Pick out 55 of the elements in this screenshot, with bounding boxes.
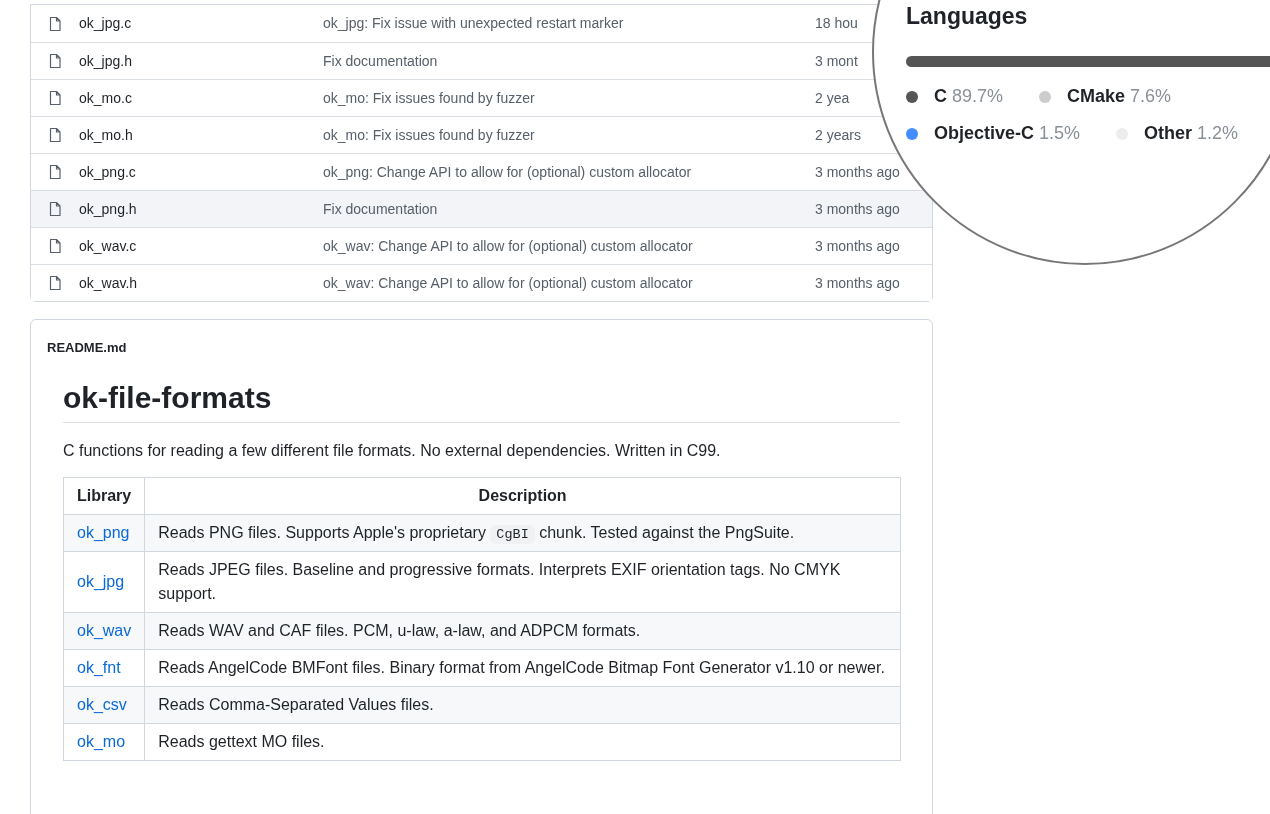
file-icon	[47, 127, 63, 143]
languages-heading: Languages	[906, 2, 1029, 30]
file-icon	[47, 90, 63, 106]
commit-message-link[interactable]: ok_wav: Change API to allow for (optional) custom allocator	[323, 272, 813, 294]
commit-message-link[interactable]: Fix documentation	[323, 198, 813, 220]
description-text: chunk. Tested against the PngSuite.	[539, 523, 795, 541]
commit-time: 3 months ago	[815, 162, 900, 182]
file-icon	[47, 164, 63, 180]
table-cell: Reads WAV and CAF files. PCM, u-law, a-law, and ADPCM formats.	[144, 612, 901, 650]
language-name: CMake	[1067, 85, 1126, 108]
file-link[interactable]: ok_wav.h	[79, 272, 323, 294]
language-name: Objective-C	[934, 122, 1035, 145]
table-cell: Reads gettext MO files.	[144, 723, 901, 761]
file-icon	[47, 238, 63, 254]
file-link[interactable]: ok_png.h	[79, 198, 323, 220]
readme-filename: README.md	[47, 340, 127, 355]
file-link[interactable]: ok_png.c	[79, 161, 323, 183]
commit-message-link[interactable]: ok_png: Change API to allow for (optional) custom allocator	[323, 161, 813, 183]
commit-message-link[interactable]: Fix documentation	[323, 50, 813, 72]
readme-title: ok-file-formats	[63, 379, 900, 423]
language-percent: 7.6%	[1130, 85, 1172, 108]
table-cell: Reads JPEG files. Baseline and progressive formats. Interprets EXIF orientation tags. No CMYK support.	[144, 551, 901, 613]
column-header: Library	[63, 477, 145, 514]
commit-time: 2 years	[815, 125, 861, 145]
commit-time: 3 months ago	[815, 236, 900, 256]
commit-time: 3 mont	[815, 51, 858, 71]
language-name: Other	[1144, 122, 1193, 145]
table-cell: Reads Comma-Separated Values files.	[144, 686, 901, 724]
file-icon	[47, 201, 63, 217]
commit-message-link[interactable]: ok_mo: Fix issues found by fuzzer	[323, 87, 813, 109]
file-icon	[47, 275, 63, 291]
file-link[interactable]: ok_mo.h	[79, 124, 323, 146]
commit-time: 3 months ago	[815, 199, 900, 219]
commit-message-link[interactable]: ok_wav: Change API to allow for (optional) custom allocator	[323, 235, 813, 257]
readme-intro: C functions for reading a few different file formats. No external dependencies. Written in C99.	[63, 440, 722, 461]
file-link[interactable]: ok_jpg.h	[79, 50, 323, 72]
commit-message-link[interactable]: ok_jpg: Fix issue with unexpected restart marker	[323, 13, 813, 34]
file-link[interactable]: ok_jpg.c	[79, 13, 323, 34]
commit-time: 18 hou	[815, 14, 858, 33]
commit-time: 3 months ago	[815, 273, 900, 293]
file-icon	[47, 15, 63, 32]
library-link[interactable]: ok_jpg	[77, 572, 125, 590]
code-snippet: CgBI	[490, 524, 535, 544]
file-link[interactable]: ok_wav.c	[79, 235, 323, 257]
column-header: Description	[144, 477, 901, 514]
description-text: Reads PNG files. Supports Apple's proprietary	[158, 523, 486, 541]
commit-time: 2 yea	[815, 88, 850, 108]
file-icon	[47, 53, 63, 69]
commit-message-link[interactable]: ok_mo: Fix issues found by fuzzer	[323, 124, 813, 146]
language-percent: 89.7%	[952, 85, 1004, 108]
language-name: C	[934, 85, 947, 108]
language-percent: 1.2%	[1197, 122, 1239, 145]
language-percent: 1.5%	[1039, 122, 1081, 145]
file-link[interactable]: ok_mo.c	[79, 87, 323, 109]
table-cell: Reads AngelCode BMFont files. Binary format from AngelCode Bitmap Font Generator v1.10 or newer.	[144, 649, 901, 687]
